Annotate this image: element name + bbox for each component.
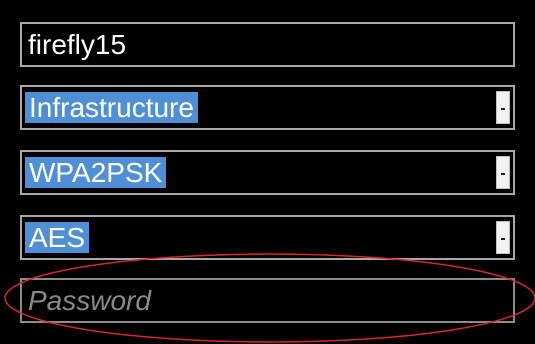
chevron-down-icon: [501, 238, 505, 240]
authentication-select[interactable]: WPA2PSK: [20, 150, 515, 195]
authentication-dropdown-button[interactable]: [496, 156, 510, 189]
encryption-dropdown-button[interactable]: [496, 221, 510, 254]
password-field[interactable]: [20, 278, 515, 323]
network-type-selected-value: Infrastructure: [25, 92, 198, 123]
ssid-input[interactable]: [22, 24, 513, 65]
network-type-dropdown-button[interactable]: [496, 91, 510, 124]
ssid-field[interactable]: [20, 22, 515, 67]
chevron-down-icon: [501, 173, 505, 175]
chevron-down-icon: [501, 108, 505, 110]
network-type-select[interactable]: Infrastructure: [20, 85, 515, 130]
authentication-selected-value: WPA2PSK: [25, 157, 167, 188]
encryption-select[interactable]: AES: [20, 215, 515, 260]
encryption-selected-value: AES: [25, 222, 90, 253]
password-input[interactable]: [22, 280, 513, 321]
